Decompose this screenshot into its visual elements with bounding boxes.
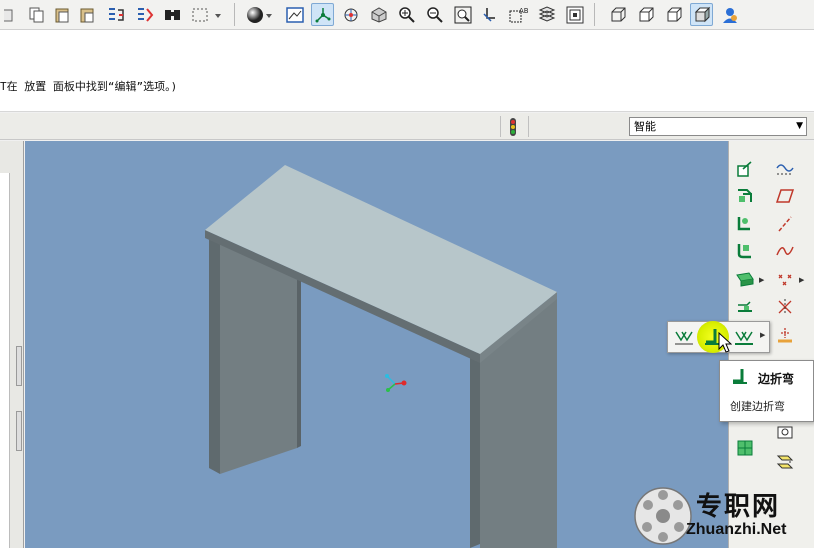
analysis-icon[interactable]	[773, 324, 797, 346]
selection-filter-value: 智能	[634, 120, 656, 133]
model-tree-icon[interactable]	[563, 3, 586, 26]
graphics-viewport[interactable]	[25, 141, 728, 548]
refit-icon[interactable]	[367, 3, 390, 26]
paste-icon[interactable]	[50, 3, 73, 26]
hidden-line-icon[interactable]	[634, 3, 657, 26]
navigator-panel: ▼	[0, 141, 24, 548]
flat-wall-icon[interactable]	[733, 185, 757, 207]
select-box-icon[interactable]	[188, 3, 211, 26]
navigator-content	[0, 173, 10, 548]
watermark-cn: 专职网	[696, 492, 781, 522]
right-leg-edge	[470, 351, 480, 548]
select-dropdown-icon[interactable]	[211, 3, 225, 26]
app-window: AB T在 放置 面板中找到“编辑”选项。) 智能 ▼ ▶ ▶ ▶ 边折弯 创建…	[0, 0, 814, 548]
soccer-ball-logo	[634, 487, 692, 545]
main-toolbar: AB	[0, 0, 814, 30]
svg-text:AB: AB	[519, 7, 529, 15]
regenerate-manager-icon[interactable]	[133, 3, 156, 26]
paste-special-icon[interactable]	[75, 3, 98, 26]
message-area: T在 放置 面板中找到“编辑”选项。)	[0, 30, 814, 112]
sketch-datum-icon[interactable]	[773, 158, 797, 180]
annotation-icon[interactable]: AB	[507, 3, 530, 26]
datum-curve-icon[interactable]	[773, 240, 797, 262]
layers-icon[interactable]	[535, 3, 558, 26]
flyout-expand-icon[interactable]: ▶	[760, 331, 765, 339]
left-leg-face	[220, 244, 297, 474]
left-leg-edge	[209, 238, 220, 474]
saved-views-icon[interactable]	[283, 3, 306, 26]
flange-tooltip-icon	[730, 367, 750, 391]
flyout-arrow-icon-2[interactable]: ▶	[799, 276, 804, 284]
datum-display-icon[interactable]	[311, 3, 334, 26]
merge-icon[interactable]	[773, 421, 797, 443]
tooltip: 边折弯 创建边折弯	[719, 360, 814, 422]
coordinate-triad	[385, 374, 407, 392]
shading-icon[interactable]	[690, 3, 713, 26]
flyout-arrow-icon[interactable]: ▶	[759, 276, 764, 284]
unattached-wall-flyout-icon[interactable]	[731, 326, 757, 350]
corner-relief-icon[interactable]	[733, 437, 757, 459]
tooltip-title: 边折弯	[758, 372, 795, 386]
partial-icon[interactable]	[0, 3, 23, 26]
display-dropdown-icon[interactable]	[263, 3, 275, 26]
orient-icon[interactable]	[479, 3, 502, 26]
status-filter-bar: 智能 ▼	[0, 113, 814, 140]
regenerate-icon[interactable]	[104, 3, 127, 26]
unbend-icon[interactable]	[733, 240, 757, 262]
mouse-cursor-icon	[718, 331, 733, 358]
model-graphic	[205, 165, 557, 548]
selection-filter-select[interactable]: 智能 ▼	[629, 117, 807, 136]
sash-handle-lower[interactable]	[16, 411, 22, 451]
traffic-light-icon[interactable]	[507, 117, 519, 141]
zoom-out-icon[interactable]	[423, 3, 446, 26]
coordinate-system-icon[interactable]	[773, 296, 797, 318]
watermark-en: Zhuanzhi.Net	[686, 521, 787, 538]
punch-icon[interactable]	[733, 296, 757, 318]
no-hidden-icon[interactable]	[662, 3, 685, 26]
tooltip-description: 创建边折弯	[730, 400, 785, 413]
sash-handle[interactable]	[16, 346, 22, 386]
zoom-in-icon[interactable]	[395, 3, 418, 26]
datum-axis-icon[interactable]	[773, 213, 797, 235]
flange-wall-icon[interactable]	[733, 213, 757, 235]
datum-plane-icon[interactable]	[773, 185, 797, 207]
flat-wall-flyout-icon[interactable]	[671, 326, 697, 350]
wireframe-icon[interactable]	[606, 3, 629, 26]
spin-center-icon[interactable]	[339, 3, 362, 26]
find-icon[interactable]	[161, 3, 184, 26]
message-text: T在 放置 面板中找到“编辑”选项。)	[0, 80, 178, 93]
bend-back-icon[interactable]	[733, 268, 757, 290]
datum-point-icon[interactable]	[773, 268, 797, 290]
copy-icon[interactable]	[25, 3, 48, 26]
chevron-down-icon: ▼	[796, 121, 803, 131]
refit-view-icon[interactable]	[451, 3, 474, 26]
watermark: 专职网 Zhuanzhi.Net	[632, 484, 814, 548]
flatten-icon[interactable]	[773, 451, 797, 473]
user-icon[interactable]	[718, 3, 741, 26]
extend-icon[interactable]	[733, 158, 757, 180]
